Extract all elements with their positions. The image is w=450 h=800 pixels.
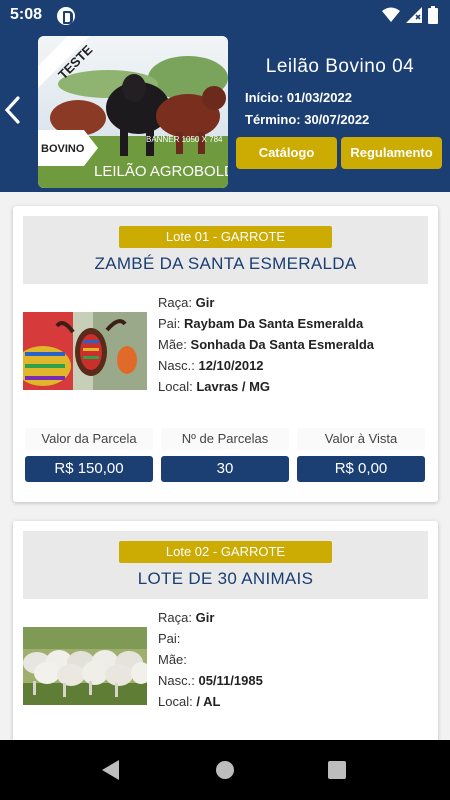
lot-card-header: Lote 02 - GARROTE LOTE DE 30 ANIMAIS: [23, 531, 428, 599]
status-icons: [382, 6, 438, 24]
location-value: / AL: [196, 694, 221, 709]
birth-value: 05/11/1985: [198, 673, 263, 688]
sire-row: Pai: Raybam Da Santa Esmeralda: [158, 313, 428, 334]
system-nav-bar: [0, 740, 450, 800]
auction-header: TESTE BOVINO BANNER 1050 X 784 LEILÃO AG…: [0, 32, 450, 192]
lot-card[interactable]: Lote 01 - GARROTE ZAMBÉ DA SANTA ESMERAL…: [13, 206, 438, 502]
status-bar: 5:08: [0, 0, 450, 32]
installments-count: 30: [161, 456, 289, 482]
sire-label: Pai:: [158, 631, 181, 646]
auction-banner-image: TESTE BOVINO BANNER 1050 X 784 LEILÃO AG…: [38, 36, 228, 188]
dam-label: Mãe:: [158, 337, 187, 352]
sire-label: Pai:: [158, 316, 181, 331]
birth-label: Nasc.:: [158, 358, 195, 373]
cash-value-label: Valor à Vista: [297, 428, 425, 450]
breed-value: Gir: [195, 610, 215, 625]
battery-icon: [428, 6, 438, 24]
birth-label: Nasc.:: [158, 673, 195, 688]
banner-brand-text: LEILÃO AGROBOLD: [94, 163, 228, 180]
rules-button[interactable]: Regulamento: [341, 137, 442, 169]
auction-start-date: Início: 01/03/2022: [245, 90, 352, 105]
birth-row: Nasc.: 05/11/1985: [158, 670, 428, 691]
installment-value: R$ 150,00: [25, 456, 153, 482]
lot-badge: Lote 01 - GARROTE: [119, 226, 332, 248]
dam-label: Mãe:: [158, 652, 187, 667]
breed-row: Raça: Gir: [158, 292, 428, 313]
location-label: Local:: [158, 379, 193, 394]
lot-badge: Lote 02 - GARROTE: [119, 541, 332, 563]
dam-row: Mãe:: [158, 649, 428, 670]
installments-count-label: Nº de Parcelas: [161, 428, 289, 450]
lots-list[interactable]: Lote 01 - GARROTE ZAMBÉ DA SANTA ESMERAL…: [0, 192, 450, 740]
sire-value: Raybam Da Santa Esmeralda: [184, 316, 364, 331]
installment-value-box: Valor da Parcela R$ 150,00: [25, 428, 153, 482]
lot-card[interactable]: Lote 02 - GARROTE LOTE DE 30 ANIMAIS Raç…: [13, 521, 438, 740]
installments-count-box: Nº de Parcelas 30: [161, 428, 289, 482]
nav-home-icon[interactable]: [216, 761, 234, 779]
banner-side-text: BOVINO: [41, 143, 85, 155]
breed-value: Gir: [195, 295, 215, 310]
birth-row: Nasc.: 12/10/2012: [158, 355, 428, 376]
lot-name: ZAMBÉ DA SANTA ESMERALDA: [94, 254, 357, 273]
status-time: 5:08: [10, 6, 43, 23]
location-value: Lavras / MG: [196, 379, 271, 394]
back-arrow-icon[interactable]: [2, 92, 24, 128]
catalog-button[interactable]: Catálogo: [236, 137, 337, 169]
lot-info: Raça: Gir Pai: Mãe: Nasc.: 05/11/1985 Lo…: [158, 607, 428, 712]
auction-title: Leilão Bovino 04: [265, 56, 415, 77]
breed-label: Raça:: [158, 610, 192, 625]
nav-recents-icon[interactable]: [328, 761, 346, 779]
sire-row: Pai:: [158, 628, 428, 649]
auction-end-date: Término: 30/07/2022: [245, 112, 370, 127]
breed-label: Raça:: [158, 295, 192, 310]
dam-row: Mãe: Sonhada Da Santa Esmeralda: [158, 334, 428, 355]
cash-value: R$ 0,00: [297, 456, 425, 482]
nav-back-icon[interactable]: [102, 760, 119, 780]
lot-card-header: Lote 01 - GARROTE ZAMBÉ DA SANTA ESMERAL…: [23, 216, 428, 284]
cash-value-box: Valor à Vista R$ 0,00: [297, 428, 425, 482]
app-notification-icon: [57, 7, 75, 25]
lot-photo: [23, 312, 147, 390]
birth-value: 12/10/2012: [198, 358, 264, 373]
lot-name: LOTE DE 30 ANIMAIS: [137, 569, 314, 588]
location-label: Local:: [158, 694, 193, 709]
dam-value: Sonhada Da Santa Esmeralda: [190, 337, 375, 352]
wifi-icon: [382, 7, 400, 22]
lot-photo: [23, 627, 147, 705]
lot-info: Raça: Gir Pai: Raybam Da Santa Esmeralda…: [158, 292, 428, 397]
location-row: Local: Lavras / MG: [158, 376, 428, 397]
cell-signal-icon: [406, 7, 422, 23]
breed-row: Raça: Gir: [158, 607, 428, 628]
banner-size-text: BANNER 1050 X 784: [146, 135, 223, 144]
installment-value-label: Valor da Parcela: [25, 428, 153, 450]
location-row: Local: / AL: [158, 691, 428, 712]
